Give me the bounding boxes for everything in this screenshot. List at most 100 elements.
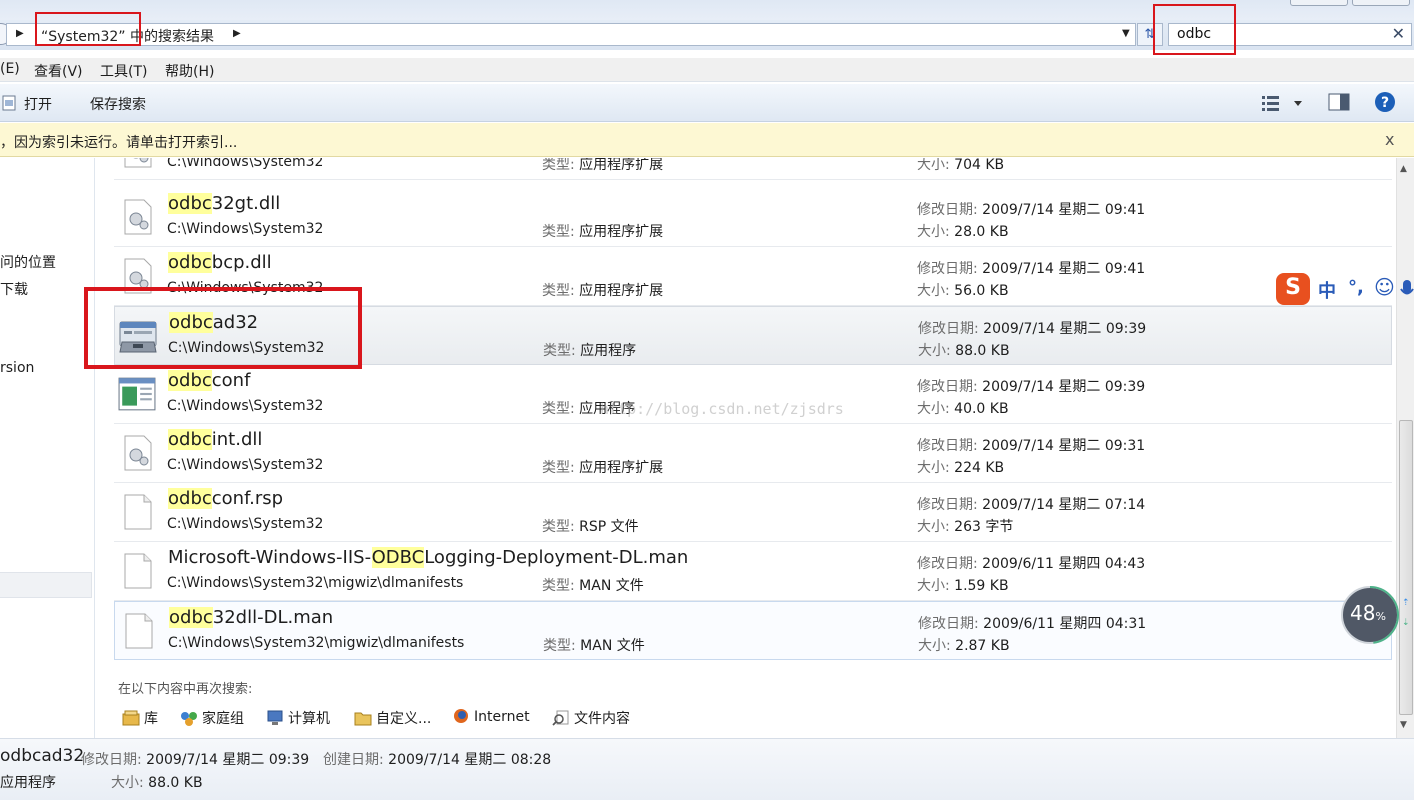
file-date: 修改日期: 2009/6/11 星期四 04:43 <box>917 556 1146 572</box>
arrow-up-icon[interactable]: ⇡ <box>1402 598 1410 608</box>
result-row[interactable]: odbc32gt.dll C:\Windows\System32 类型: 应用程… <box>114 188 1392 247</box>
details-size: 大小: 88.0 KB <box>111 775 203 791</box>
file-type: 类型: 应用程序扩展 <box>542 283 664 299</box>
nav-selected-item[interactable] <box>0 572 92 598</box>
file-date: 修改日期: 2009/7/14 星期二 09:41 <box>917 202 1146 218</box>
file-path: C:\Windows\System32 <box>167 516 324 532</box>
homegroup-icon <box>181 712 197 726</box>
open-button[interactable]: 打开 <box>24 94 52 114</box>
dll-icon <box>124 158 152 168</box>
file-size: 大小: 2.87 KB <box>918 638 1010 654</box>
search-file-contents[interactable]: 文件内容 <box>552 708 630 728</box>
file-type: 类型: MAN 文件 <box>543 638 645 654</box>
blank-file-icon <box>124 553 152 589</box>
close-icon[interactable]: ✕ <box>1392 24 1405 43</box>
navigation-pane: 问的位置 下载 rsion <box>0 158 95 738</box>
microphone-icon[interactable] <box>1400 279 1414 301</box>
nav-item[interactable]: 下载 <box>0 279 28 299</box>
command-bar: 打开 保存搜索 ? <box>0 84 1414 122</box>
file-name[interactable]: odbcint.dll <box>168 429 262 450</box>
details-pane: odbcad32 修改日期: 2009/7/14 星期二 09:39 创建日期:… <box>0 738 1414 800</box>
result-row[interactable]: odbc32dll-DL.man C:\Windows\System32\mig… <box>114 601 1392 660</box>
preview-pane-icon[interactable] <box>1328 93 1350 111</box>
file-size: 大小: 224 KB <box>917 460 1005 476</box>
arrow-down-icon[interactable]: ⇣ <box>1402 618 1410 628</box>
search-homegroup[interactable]: 家庭组 <box>180 708 244 728</box>
file-date: 修改日期: 2009/6/11 星期四 04:31 <box>918 616 1147 632</box>
ime-mode[interactable]: 中 <box>1318 277 1336 303</box>
search-library[interactable]: 库 <box>122 708 158 728</box>
menu-help[interactable]: 帮助(H) <box>165 61 214 81</box>
nav-item[interactable]: 问的位置 <box>0 252 56 272</box>
result-row[interactable]: Microsoft-Windows-IIS-ODBCLogging-Deploy… <box>114 542 1392 601</box>
maximize-button[interactable] <box>1352 0 1410 6</box>
file-size: 大小: 56.0 KB <box>917 283 1009 299</box>
annotation-box <box>35 12 141 46</box>
blank-file-icon <box>125 613 153 649</box>
details-type: 应用程序 <box>0 775 56 791</box>
file-size: 大小: 704 KB <box>917 158 1005 173</box>
file-path: C:\Windows\System32 <box>167 398 324 414</box>
sogou-logo-icon[interactable]: S <box>1276 273 1310 305</box>
nav-item[interactable]: rsion <box>0 360 34 376</box>
search-custom[interactable]: 自定义... <box>354 708 431 728</box>
file-name[interactable]: odbcbcp.dll <box>168 252 272 273</box>
ime-punctuation[interactable]: °, <box>1348 277 1364 298</box>
emoji-icon[interactable]: ☺ <box>1374 275 1395 299</box>
address-dropdown-icon[interactable]: ▼ <box>1122 28 1130 39</box>
ime-toolbar[interactable]: S 中 °, ☺ <box>1276 273 1414 305</box>
progress-value: 48% <box>1350 601 1386 625</box>
file-name[interactable]: odbc32dll-DL.man <box>169 607 333 628</box>
file-type: 类型: MAN 文件 <box>542 578 644 594</box>
annotation-box <box>84 287 362 369</box>
progress-widget[interactable]: 48% <box>1340 585 1400 645</box>
watermark: http://blog.csdn.net/zjsdrs <box>600 400 844 418</box>
close-icon[interactable]: x <box>1385 130 1394 149</box>
svg-text:?: ? <box>1381 95 1389 111</box>
results-list: C:\Windows\System32 类型: 应用程序扩展 大小: 704 K… <box>96 158 1396 738</box>
file-size: 大小: 263 字节 <box>917 519 1014 535</box>
breadcrumb-arrow-icon[interactable]: ▶ <box>16 28 24 39</box>
open-icon[interactable] <box>2 95 16 111</box>
dll-icon <box>124 199 152 235</box>
file-size: 大小: 1.59 KB <box>917 578 1009 594</box>
dll-icon <box>124 435 152 471</box>
file-name[interactable]: Microsoft-Windows-IIS-ODBCLogging-Deploy… <box>168 547 688 568</box>
result-row[interactable]: odbcconf.rsp C:\Windows\System32 类型: RSP… <box>114 483 1392 542</box>
menu-bar: (E) 查看(V) 工具(T) 帮助(H) <box>0 58 1414 82</box>
menu-edit[interactable]: (E) <box>0 61 20 77</box>
result-row[interactable]: C:\Windows\System32 类型: 应用程序扩展 大小: 704 K… <box>114 158 1392 180</box>
file-size: 大小: 28.0 KB <box>917 224 1009 240</box>
address-bar[interactable]: ▶ “System32” 中的搜索结果 ▶ ▼ <box>6 23 1136 46</box>
scroll-thumb[interactable] <box>1399 420 1413 715</box>
file-type: 类型: 应用程序扩展 <box>542 460 664 476</box>
help-icon[interactable]: ? <box>1374 91 1396 113</box>
scroll-down-icon[interactable]: ▼ <box>1400 720 1407 730</box>
file-name[interactable]: odbcconf <box>168 370 250 391</box>
search-internet[interactable]: Internet <box>452 708 530 725</box>
file-type: 类型: RSP 文件 <box>542 519 639 535</box>
scroll-up-icon[interactable]: ▲ <box>1400 164 1407 174</box>
vertical-scrollbar[interactable]: ▲ ▼ <box>1396 158 1414 738</box>
breadcrumb-chevron-icon[interactable]: ▶ <box>233 28 241 39</box>
file-type: 类型: 应用程序扩展 <box>542 158 664 173</box>
info-bar[interactable]: ，因为索引未运行。请单击打开索引... x <box>0 123 1414 157</box>
menu-tools[interactable]: 工具(T) <box>100 61 147 81</box>
firefox-icon <box>454 709 468 723</box>
file-name[interactable]: odbc32gt.dll <box>168 193 280 214</box>
save-search-button[interactable]: 保存搜索 <box>90 94 146 114</box>
view-options-icon[interactable] <box>1261 94 1305 112</box>
info-message[interactable]: ，因为索引未运行。请单击打开索引... <box>0 132 237 152</box>
file-date: 修改日期: 2009/7/14 星期二 09:39 <box>917 379 1146 395</box>
library-icon <box>122 710 140 726</box>
blank-file-icon <box>124 494 152 530</box>
result-row[interactable]: odbcint.dll C:\Windows\System32 类型: 应用程序… <box>114 424 1392 483</box>
details-file-name: odbcad32 <box>0 746 85 766</box>
file-name[interactable]: odbcconf.rsp <box>168 488 283 509</box>
minimize-button[interactable] <box>1290 0 1348 6</box>
computer-icon <box>267 710 283 725</box>
menu-view[interactable]: 查看(V) <box>34 61 83 81</box>
search-computer[interactable]: 计算机 <box>266 708 330 728</box>
file-date: 修改日期: 2009/7/14 星期二 07:14 <box>917 497 1146 513</box>
app-window-icon <box>118 377 156 411</box>
